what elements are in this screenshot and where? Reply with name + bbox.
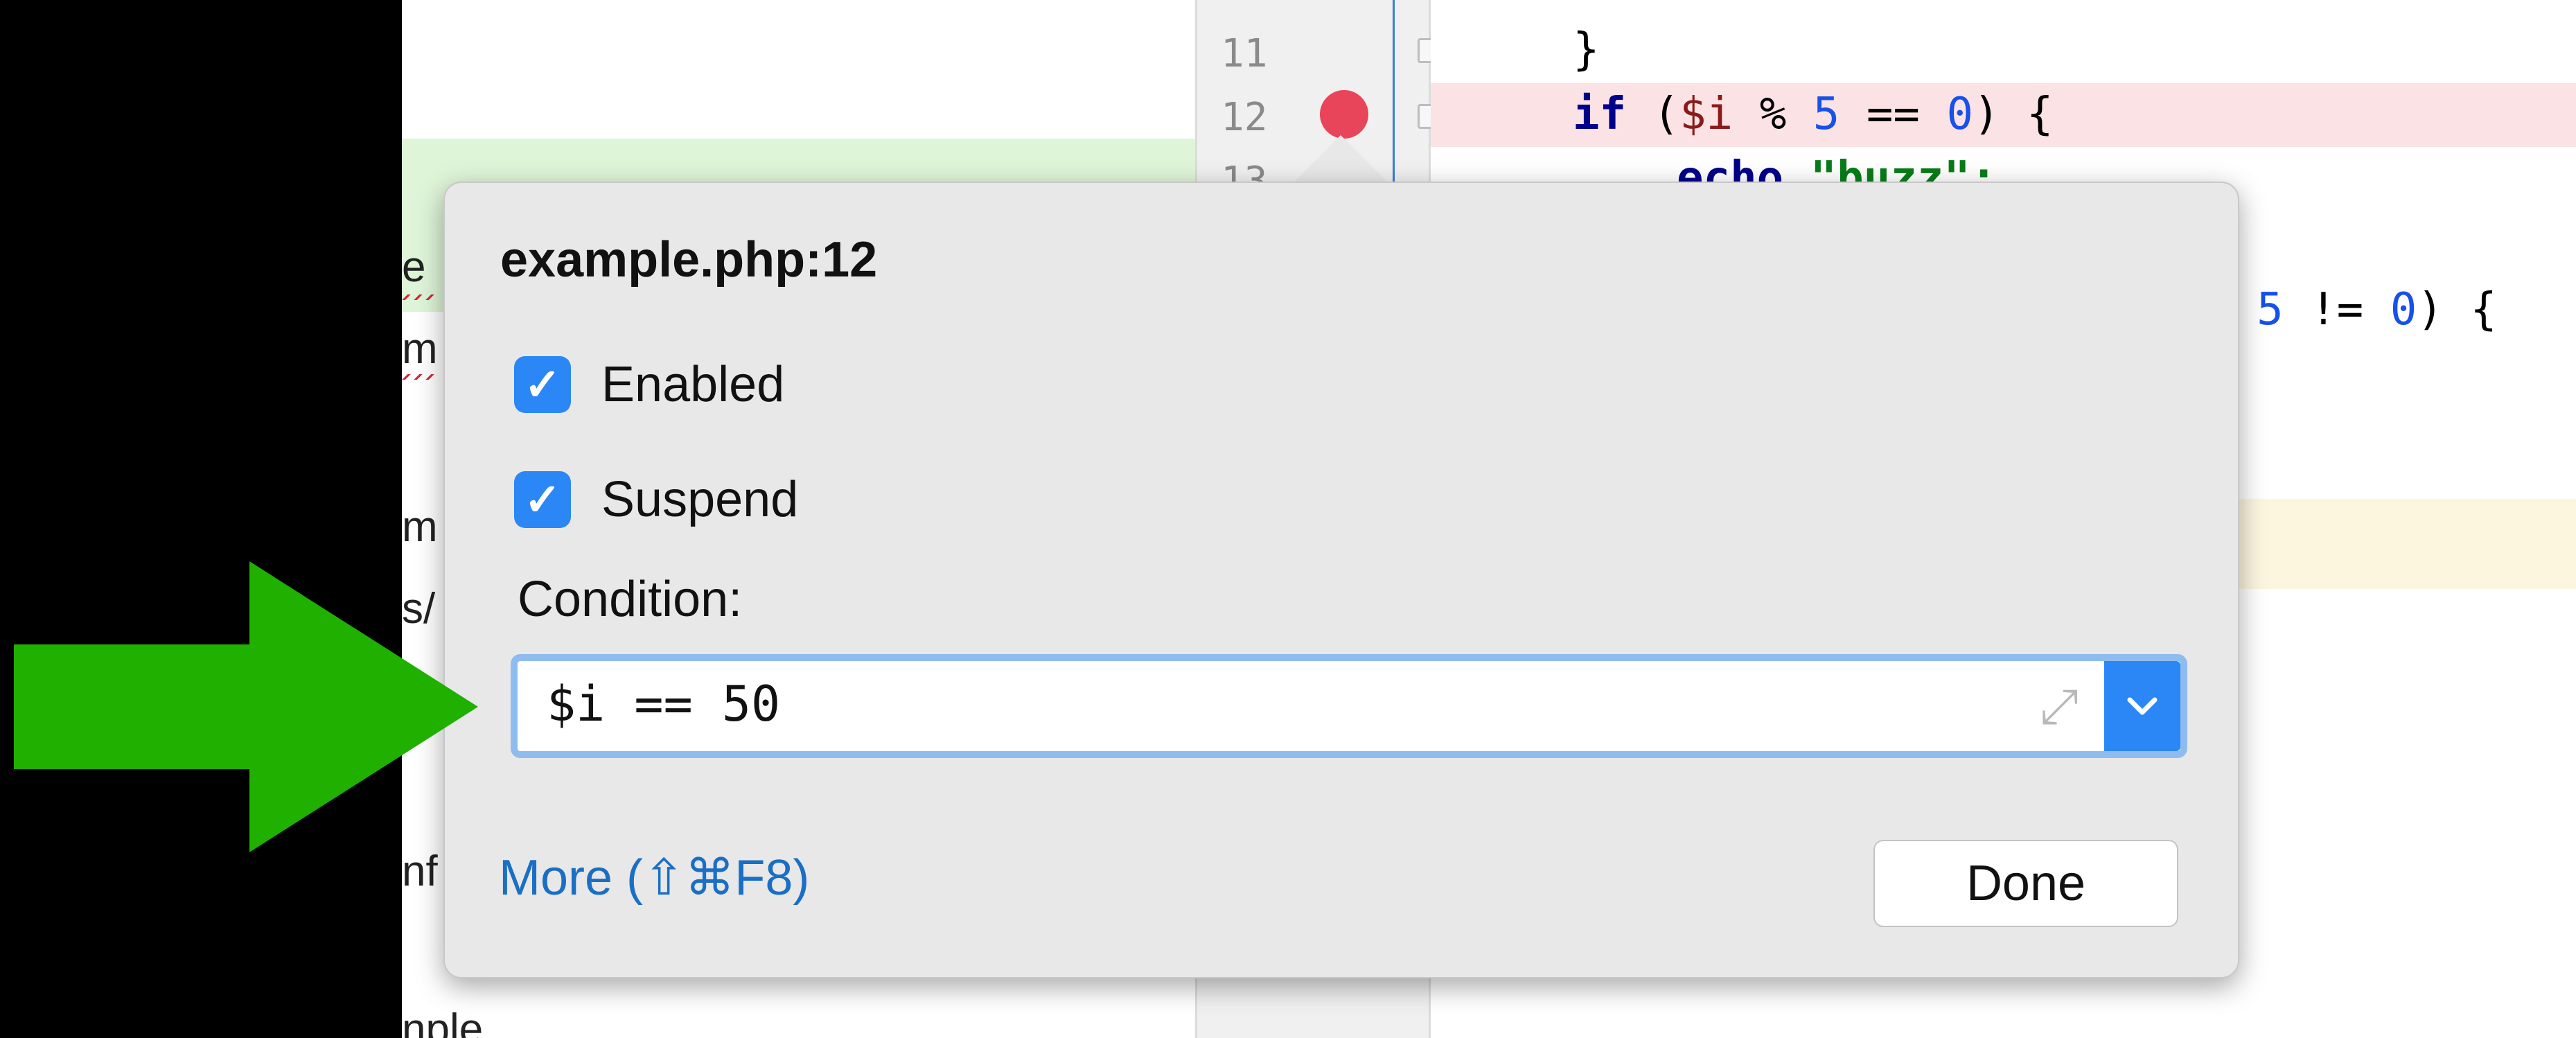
chevron-down-icon [2127, 697, 2158, 715]
popup-title: example.php:12 [500, 232, 878, 288]
breakpoint-properties-popup: example.php:12 ✓ Enabled ✓ Suspend Condi… [443, 182, 2239, 978]
code-line-15: % 5 != 0) { [2203, 284, 2497, 335]
doc-text-fragment: m [402, 325, 438, 373]
line-number: 11 [1221, 31, 1268, 76]
condition-field[interactable]: ⤢ [511, 654, 2187, 758]
doc-text-fragment: m [402, 503, 438, 551]
doc-text-fragment: nple [402, 1005, 484, 1038]
condition-input[interactable] [545, 675, 1934, 733]
enabled-label[interactable]: Enabled [601, 356, 784, 413]
doc-text-fragment: nf [402, 847, 438, 895]
line-number: 12 [1221, 95, 1268, 140]
code-line-11: } [1573, 24, 1600, 76]
condition-dropdown-button[interactable] [2104, 661, 2180, 751]
enabled-checkbox[interactable]: ✓ [514, 356, 571, 413]
done-button[interactable]: Done [1873, 840, 2178, 927]
suspend-label[interactable]: Suspend [601, 471, 798, 528]
suspend-checkbox-row[interactable]: ✓ Suspend [514, 471, 798, 528]
code-line-12: if ($i % 5 == 0) { [1573, 89, 2054, 140]
more-link[interactable]: More (⇧⌘F8) [499, 848, 809, 906]
breakpoint-icon[interactable] [1320, 90, 1368, 139]
enabled-checkbox-row[interactable]: ✓ Enabled [514, 356, 784, 413]
check-icon: ✓ [524, 474, 561, 525]
check-icon: ✓ [524, 359, 561, 410]
doc-text-fragment: e [402, 243, 426, 291]
gutter-divider [1393, 0, 1395, 194]
expand-icon[interactable]: ⤢ [2028, 675, 2090, 737]
arrow-right-icon [14, 561, 478, 852]
condition-label: Condition: [518, 572, 743, 627]
spelling-squiggle [402, 374, 436, 380]
suspend-checkbox[interactable]: ✓ [514, 471, 571, 528]
spelling-squiggle [402, 294, 436, 300]
popup-pointer [1289, 135, 1393, 187]
